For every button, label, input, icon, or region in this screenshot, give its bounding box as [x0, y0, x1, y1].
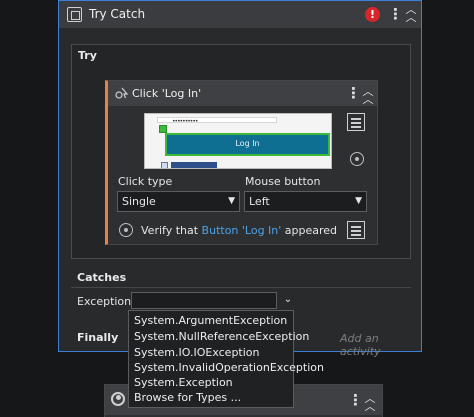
- exception-dropdown-list[interactable]: System.ArgumentException System.NullRefe…: [128, 310, 324, 408]
- try-catch-icon: [67, 7, 82, 22]
- preview-anchor-marker: [159, 125, 167, 133]
- add-activity-placeholder[interactable]: Add an activity: [340, 332, 421, 358]
- dropdown-option[interactable]: System.InvalidOperationException: [134, 361, 324, 374]
- more-options-icon[interactable]: ⋮: [388, 6, 403, 22]
- collapse-icon[interactable]: ︿ ︿: [362, 86, 374, 105]
- preview-password-dots: ••••••••••: [172, 118, 198, 125]
- finally-label: Finally: [77, 331, 119, 344]
- more-options-icon[interactable]: ⋮: [346, 85, 361, 101]
- mouse-button-select[interactable]: Left ▼: [244, 191, 367, 212]
- dropdown-option[interactable]: System.NullReferenceException: [134, 330, 309, 343]
- dropdown-option[interactable]: System.IO.IOException: [134, 346, 260, 359]
- preview-remember-me: [171, 162, 217, 168]
- exception-label: Exception: [77, 295, 132, 308]
- verify-suffix: appeared: [284, 224, 338, 237]
- collapse-icon[interactable]: ︿ ︿: [404, 4, 418, 23]
- hamburger-menu-icon[interactable]: [347, 221, 365, 239]
- exception-type-input[interactable]: [131, 292, 277, 309]
- verify-prefix: Verify that: [141, 224, 199, 237]
- preview-checkbox: [161, 162, 168, 168]
- activity-icon: [111, 392, 125, 406]
- verify-target-icon[interactable]: [119, 223, 133, 237]
- click-activity-header[interactable]: Click 'Log In' ⋮ ︿ ︿: [108, 81, 377, 106]
- catches-label: Catches: [77, 271, 127, 284]
- target-screenshot-preview[interactable]: •••••••••• Log In: [144, 113, 332, 169]
- preview-login-label: Log In: [235, 139, 260, 148]
- click-type-value: Single: [122, 195, 156, 208]
- error-icon[interactable]: !: [365, 7, 380, 22]
- chevron-down-icon: ▼: [355, 196, 362, 206]
- preview-password-field: ••••••••••: [157, 117, 277, 125]
- chevron-down-icon[interactable]: ⌄: [281, 294, 295, 305]
- hamburger-menu-icon[interactable]: [347, 113, 365, 131]
- click-activity-title: Click 'Log In': [132, 87, 202, 100]
- chevron-down-icon: ▼: [228, 196, 235, 206]
- try-label: Try: [78, 49, 97, 62]
- collapse-icon[interactable]: ︿ ︿: [364, 393, 376, 412]
- click-icon: [115, 86, 129, 100]
- dropdown-option[interactable]: System.Exception: [134, 376, 233, 389]
- try-catch-title: Try Catch: [89, 7, 146, 21]
- try-section[interactable]: Try Click 'Log In' ⋮ ︿ ︿ •••••••••• Log …: [71, 44, 411, 259]
- mouse-button-value: Left: [249, 195, 270, 208]
- try-catch-activity[interactable]: Try Catch ! ⋮ ︿ ︿ Try Click 'Log In' ⋮ ︿ ︿: [58, 0, 422, 358]
- click-type-select[interactable]: Single ▼: [117, 191, 240, 212]
- verify-target-link[interactable]: Button 'Log In': [202, 224, 282, 237]
- catches-divider: [71, 287, 411, 288]
- verify-execution-text[interactable]: Verify that Button 'Log In' appeared: [141, 224, 337, 237]
- more-options-icon[interactable]: ⋮: [348, 392, 363, 408]
- preview-login-button: Log In: [165, 133, 330, 156]
- mouse-button-label: Mouse button: [245, 175, 321, 188]
- dropdown-option[interactable]: System.ArgumentException: [134, 314, 287, 327]
- try-catch-header[interactable]: Try Catch ! ⋮ ︿ ︿: [59, 1, 421, 28]
- browse-for-types-option[interactable]: Browse for Types ...: [134, 391, 241, 404]
- target-icon[interactable]: [350, 152, 364, 166]
- click-type-label: Click type: [118, 175, 173, 188]
- click-activity[interactable]: Click 'Log In' ⋮ ︿ ︿ •••••••••• Log In Cl…: [105, 80, 378, 245]
